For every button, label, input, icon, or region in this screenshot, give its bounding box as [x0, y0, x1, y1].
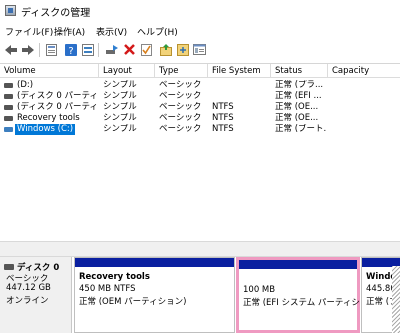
volume-status: 正常 (EFI ... — [275, 91, 322, 101]
disk-state: オンライン — [6, 296, 49, 306]
volume-layout: シンプル — [103, 113, 137, 123]
view-icon[interactable] — [192, 42, 207, 57]
toolbar: ? — [0, 40, 400, 60]
back-arrow-icon[interactable] — [3, 42, 18, 57]
column-header-file-system[interactable]: File System — [208, 64, 271, 78]
disk-management-app-icon — [5, 5, 16, 16]
volume-type: ベーシック — [159, 91, 202, 101]
help-icon[interactable]: ? — [63, 42, 78, 57]
menu-action[interactable]: 操作(A) — [54, 25, 85, 38]
volume-fs — [212, 80, 268, 91]
drive-icon — [4, 105, 13, 110]
column-header-type[interactable]: Type — [155, 64, 208, 78]
table-row-selected[interactable]: Windows (C:) シンプル ベーシック NTFS 正常 (ブート... — [0, 124, 400, 135]
forward-arrow-icon[interactable] — [20, 42, 35, 57]
windows-drive-icon — [4, 127, 13, 132]
delete-icon[interactable] — [122, 42, 137, 57]
column-header-volume[interactable]: Volume — [0, 64, 99, 78]
pane-splitter[interactable] — [0, 241, 400, 257]
volume-list-icon[interactable] — [80, 42, 95, 57]
volume-name: Recovery tools — [17, 113, 80, 123]
menu-file[interactable]: ファイル(F) — [5, 25, 53, 38]
drive-icon — [4, 94, 13, 99]
volume-type: ベーシック — [159, 113, 202, 123]
properties-icon[interactable] — [44, 42, 59, 57]
window-title: ディスクの管理 — [21, 8, 91, 19]
table-row[interactable]: (D:) シンプル ベーシック 正常 (プラ... — [0, 80, 400, 91]
menu-help[interactable]: ヘルプ(H) — [137, 25, 178, 38]
partition-efi-system[interactable]: 100 MB 正常 (EFI システム パーティション — [236, 257, 377, 333]
volume-fs — [212, 91, 268, 102]
disk-icon — [4, 264, 14, 270]
volume-type: ベーシック — [159, 124, 202, 134]
volume-layout: シンプル — [103, 91, 137, 101]
partition-recovery-tools[interactable]: Recovery tools 450 MB NTFS 正常 (OEM パーティシ… — [74, 257, 235, 333]
drive-icon — [4, 83, 13, 88]
volume-fs: NTFS — [212, 102, 234, 112]
table-row[interactable]: (ディスク 0 パーティシ... シンプル ベーシック 正常 (EFI ... — [0, 91, 400, 102]
volume-type: ベーシック — [159, 80, 202, 90]
volume-list: Volume Layout Type File System Status Ca… — [0, 63, 400, 240]
volume-layout: シンプル — [103, 124, 137, 134]
disk-management-window: ディスクの管理 ファイル(F) 操作(A) 表示(V) ヘルプ(H) ? Vol… — [0, 0, 400, 333]
volume-status: 正常 (プラ... — [275, 80, 324, 90]
volume-name: (D:) — [17, 80, 34, 90]
connect-icon[interactable] — [105, 42, 120, 57]
import-icon[interactable] — [158, 42, 173, 57]
column-header-capacity[interactable]: Capacity — [328, 64, 400, 78]
drive-icon — [4, 116, 13, 121]
svg-text:?: ? — [68, 46, 73, 56]
volume-status: 正常 (OE... — [275, 113, 319, 123]
table-row[interactable]: (ディスク 0 パーティシ... シンプル ベーシック NTFS 正常 (OE.… — [0, 102, 400, 113]
partition-status: 正常 (OEM パーティション) — [79, 297, 187, 307]
partition-size: 100 MB — [243, 285, 276, 295]
column-header-layout[interactable]: Layout — [99, 64, 155, 78]
volume-fs: NTFS — [212, 113, 234, 123]
export-icon[interactable] — [175, 42, 190, 57]
menu-bar: ファイル(F) 操作(A) 表示(V) ヘルプ(H) — [0, 22, 400, 40]
volume-name: Windows (C:) — [15, 124, 76, 135]
volume-name: (ディスク 0 パーティシ... — [17, 102, 97, 112]
disk-0-label[interactable]: ディスク 0 ベーシック 447.12 GB オンライン — [0, 257, 72, 333]
volume-layout: シンプル — [103, 102, 137, 112]
volume-fs: NTFS — [212, 124, 234, 134]
disk-size: 447.12 GB — [6, 283, 51, 293]
volume-name: (ディスク 0 パーティシ... — [17, 91, 97, 101]
table-row[interactable]: Recovery tools シンプル ベーシック NTFS 正常 (OE... — [0, 113, 400, 124]
partition-size: 450 MB NTFS — [79, 284, 136, 294]
partition-name: Recovery tools — [79, 272, 150, 282]
volume-layout: シンプル — [103, 80, 137, 90]
volume-type: ベーシック — [159, 102, 202, 112]
volume-status: 正常 (ブート... — [275, 124, 327, 134]
partition-status: 正常 (EFI システム パーティション — [243, 298, 377, 308]
unallocated-hatch — [392, 266, 400, 333]
title-bar: ディスクの管理 — [0, 0, 400, 22]
disk-graphical-view: ディスク 0 ベーシック 447.12 GB オンライン Recovery to… — [0, 257, 400, 333]
menu-view[interactable]: 表示(V) — [96, 25, 127, 38]
volume-status: 正常 (OE... — [275, 102, 319, 112]
column-header-status[interactable]: Status — [271, 64, 328, 78]
partition-bar — [75, 258, 234, 267]
check-icon[interactable] — [139, 42, 154, 57]
partition-bar — [239, 260, 357, 269]
